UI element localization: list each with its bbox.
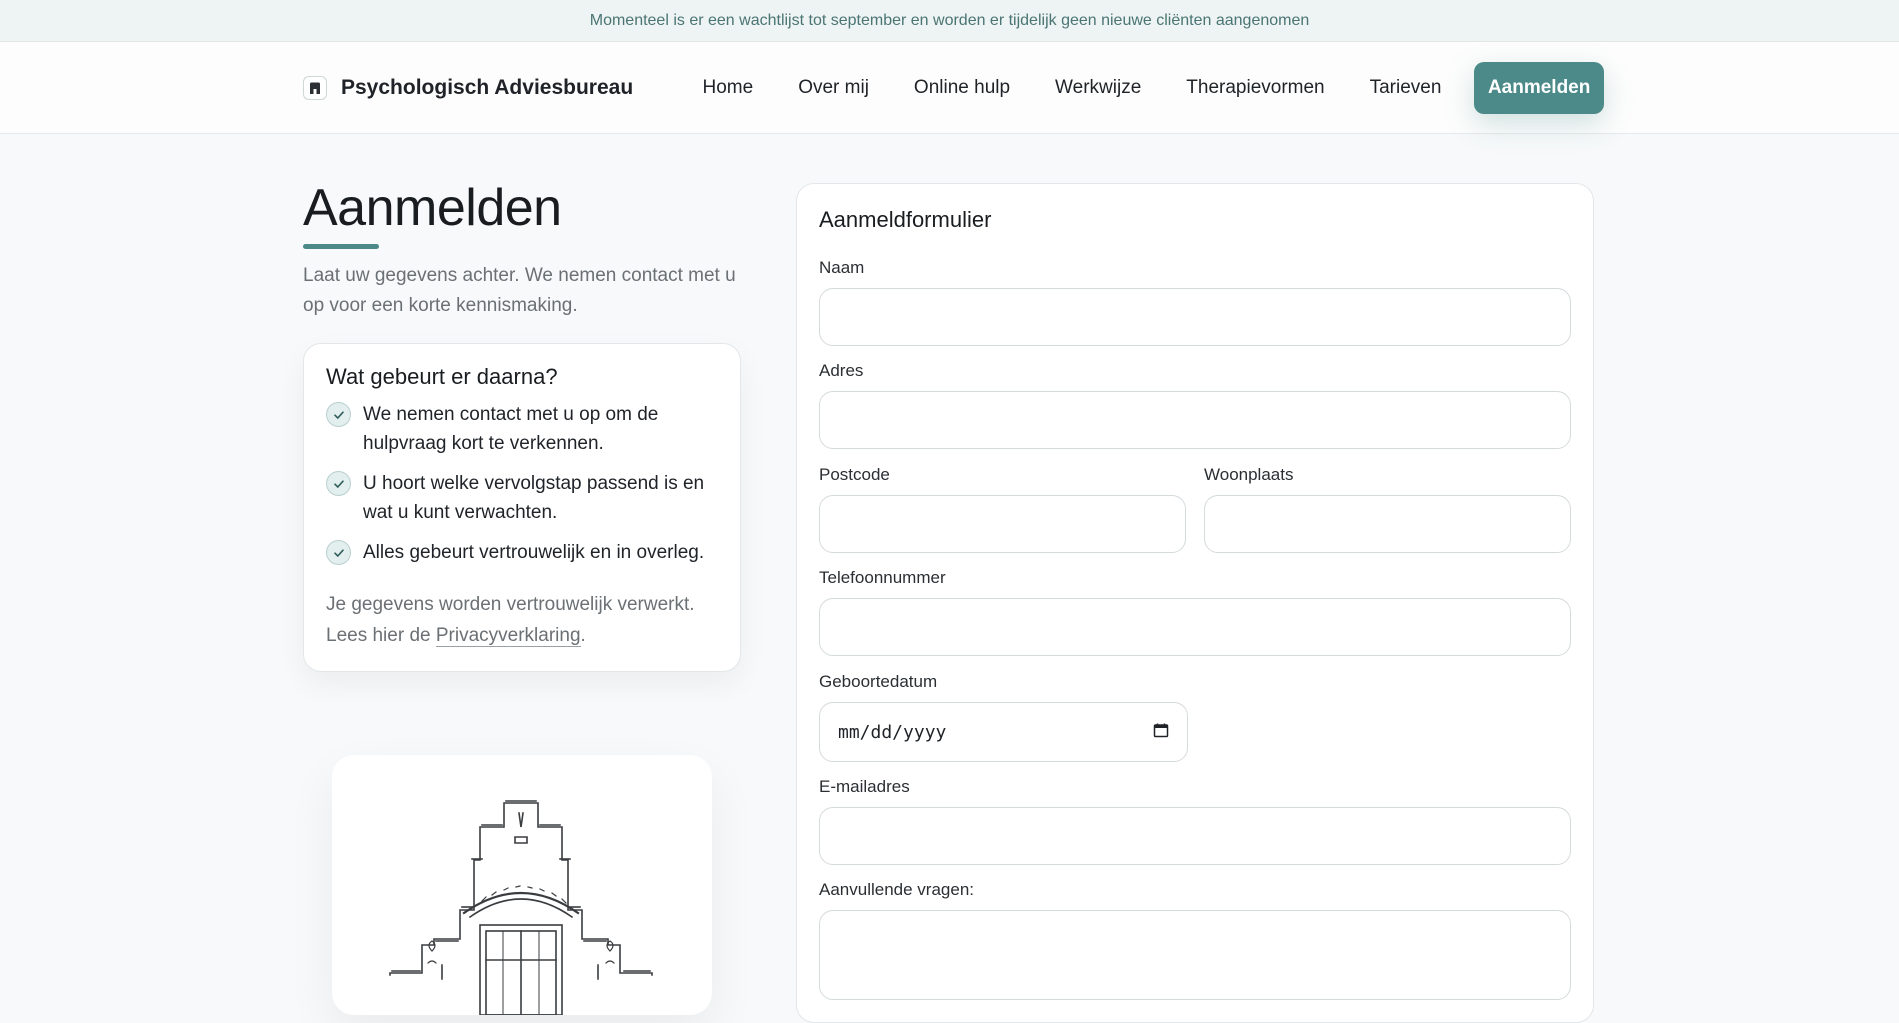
email-field[interactable] (819, 807, 1571, 865)
signup-form-card: Aanmeldformulier Naam Adres Postcode Woo… (796, 183, 1594, 1023)
address-group: Adres (819, 361, 1571, 449)
check-icon (326, 471, 351, 496)
nav-aanmelden-button[interactable]: Aanmelden (1473, 62, 1605, 114)
birthdate-placeholder: mm/dd/yyyy (838, 721, 947, 743)
form-title: Aanmeldformulier (819, 207, 992, 232)
brand-logo[interactable]: Psychologisch Adviesbureau (303, 42, 633, 134)
phone-field[interactable] (819, 598, 1571, 656)
phone-group: Telefoonnummer (819, 568, 1571, 656)
postcode-city-row: Postcode Woonplaats (819, 465, 1571, 553)
name-field[interactable] (819, 288, 1571, 346)
nav-therapievormen[interactable]: Therapievormen (1164, 77, 1347, 99)
birthdate-label: Geboortedatum (819, 672, 938, 691)
nav-werkwijze[interactable]: Werkwijze (1033, 77, 1164, 99)
nav-tarieven[interactable]: Tarieven (1347, 77, 1464, 99)
check-icon (326, 540, 351, 565)
nav-over-mij[interactable]: Over mij (776, 77, 892, 99)
title-underline (303, 244, 379, 249)
main-nav: Home Over mij Online hulp Werkwijze Ther… (680, 42, 1605, 134)
city-group: Woonplaats (1204, 465, 1571, 553)
waitlist-notice: Momenteel is er een wachtlijst tot septe… (0, 0, 1899, 42)
city-label: Woonplaats (1204, 465, 1294, 484)
questions-textarea[interactable] (819, 910, 1571, 1000)
next-steps-card: Wat gebeurt er daarna? We nemen contact … (303, 343, 741, 672)
brand-name: Psychologisch Adviesbureau (341, 76, 634, 99)
list-item: Alles gebeurt vertrouwelijk en in overle… (326, 538, 718, 567)
list-item-text: Alles gebeurt vertrouwelijk en in overle… (363, 542, 705, 563)
nav-online-hulp[interactable]: Online hulp (891, 77, 1032, 99)
nav-home[interactable]: Home (680, 77, 776, 99)
page-title: Aanmelden (303, 179, 562, 237)
questions-label: Aanvullende vragen: (819, 880, 975, 899)
birthdate-field[interactable]: mm/dd/yyyy (819, 702, 1188, 762)
postcode-field[interactable] (819, 495, 1186, 553)
next-steps-title: Wat gebeurt er daarna? (326, 364, 558, 389)
privacy-note: Je gegevens worden vertrouwelijk verwerk… (326, 589, 718, 651)
privacy-link[interactable]: Privacyverklaring (435, 625, 581, 647)
intro-text: Laat uw gegevens achter. We nemen contac… (303, 265, 736, 316)
list-item: We nemen contact met u op om de hulpvraa… (326, 400, 718, 458)
site-header: Psychologisch Adviesbureau Home Over mij… (0, 42, 1899, 134)
intro-section: Aanmelden Laat uw gegevens achter. We ne… (303, 178, 743, 672)
name-group: Naam (819, 258, 1571, 346)
list-item-text: U hoort welke vervolgstap passend is en … (363, 473, 705, 523)
postcode-group: Postcode (819, 465, 1186, 553)
address-field[interactable] (819, 391, 1571, 449)
phone-label: Telefoonnummer (819, 568, 946, 587)
address-label: Adres (819, 361, 864, 380)
privacy-end: . (580, 625, 586, 646)
postcode-label: Postcode (819, 465, 890, 484)
name-label: Naam (819, 258, 865, 277)
birthdate-group: Geboortedatum mm/dd/yyyy (819, 672, 1571, 762)
building-illustration (389, 800, 653, 1016)
building-icon (303, 76, 327, 100)
list-item-text: We nemen contact met u op om de hulpvraa… (363, 404, 659, 454)
questions-group: Aanvullende vragen: (819, 880, 1571, 1000)
city-field[interactable] (1204, 495, 1571, 553)
calendar-icon[interactable] (1153, 722, 1169, 743)
list-item: U hoort welke vervolgstap passend is en … (326, 469, 718, 527)
email-label: E-mailadres (819, 777, 910, 796)
waitlist-notice-text: Momenteel is er een wachtlijst tot septe… (589, 11, 1310, 29)
check-icon (326, 402, 351, 427)
email-group: E-mailadres (819, 777, 1571, 865)
building-illustration-card (332, 755, 712, 1016)
